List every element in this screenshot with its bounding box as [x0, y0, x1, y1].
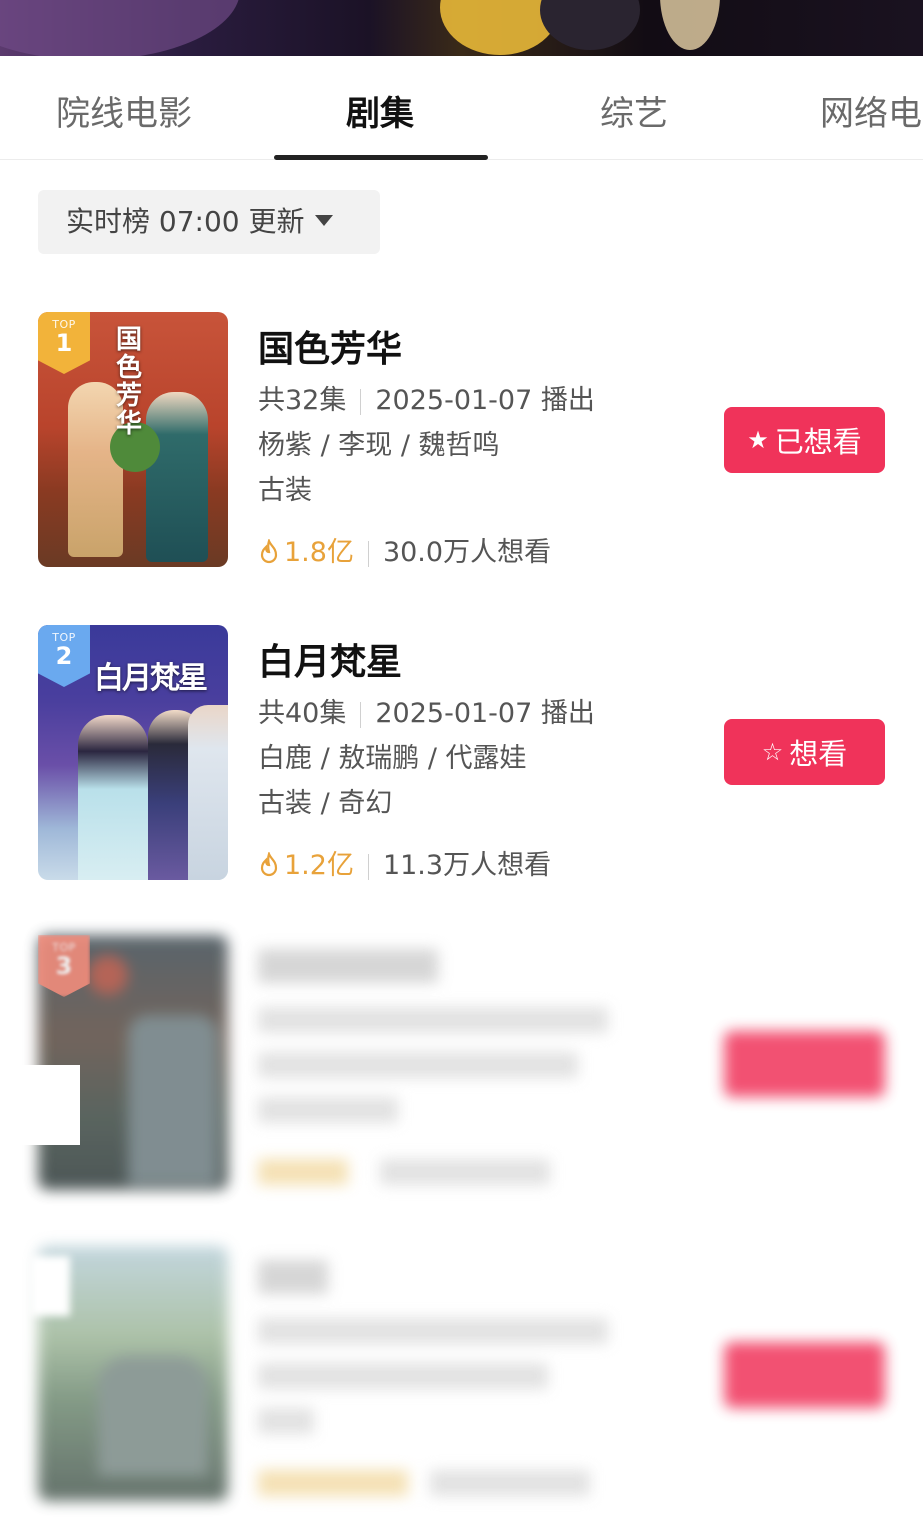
- rank-number: 1: [55, 329, 73, 357]
- list-item[interactable]: 国色芳华 TOP 1 国色芳华 共32集 2025-01-07 播出 杨紫 / 李…: [0, 312, 923, 624]
- obscured-title: [258, 949, 438, 983]
- poster-figure: [78, 715, 148, 880]
- cast-list: 杨紫 / 李现 / 魏哲鸣: [258, 430, 500, 461]
- episode-count: 共32集: [258, 385, 347, 416]
- poster-shape: [88, 955, 128, 995]
- wishlist-button-label: 想看: [789, 737, 848, 771]
- star-filled-icon: ★: [747, 426, 769, 454]
- wishlist-button[interactable]: [724, 1031, 885, 1097]
- rank-badge-top: TOP: [52, 318, 76, 331]
- filter-label: 实时榜 07:00 更新: [66, 205, 305, 238]
- poster-title-art: 白月梵星: [94, 661, 208, 696]
- poster-figure: [98, 1356, 208, 1476]
- genre: 古装: [258, 475, 312, 506]
- obscured-genre: [258, 1097, 398, 1123]
- active-tab-indicator: [274, 155, 488, 160]
- banner-shape: [660, 0, 720, 50]
- air-date: 2025-01-07 播出: [375, 698, 595, 729]
- heat-value: 1.2亿: [284, 850, 354, 881]
- wishlist-button[interactable]: ★ 已想看: [724, 407, 885, 473]
- list-item[interactable]: [0, 1246, 923, 1540]
- list-item[interactable]: 白月梵星 TOP 2 白月梵星 共40集 2025-01-07 播出 白鹿 / 敖…: [0, 625, 923, 937]
- rank-number: 3: [55, 952, 73, 980]
- poster-figure: [188, 705, 228, 880]
- category-tabs: 院线电影 剧集 综艺 网络电: [0, 56, 923, 160]
- heat-value: 1.8亿: [284, 537, 354, 568]
- genre: 古装 / 奇幻: [258, 788, 393, 819]
- top-banner-image[interactable]: [0, 0, 923, 56]
- poster-title-art: 国色芳华: [116, 325, 143, 439]
- divider: [367, 853, 369, 880]
- rank-number: 2: [55, 642, 73, 670]
- obscured-genre: [258, 1408, 314, 1434]
- obscured-meta: [258, 1007, 608, 1033]
- tab-variety[interactable]: 综艺: [600, 86, 668, 135]
- obscured-want: [380, 1159, 550, 1185]
- poster-figure: [68, 382, 123, 557]
- divider: [367, 540, 369, 567]
- show-title[interactable]: 国色芳华: [258, 320, 402, 372]
- obscured-heat: [258, 1470, 408, 1496]
- obscured-cast: [258, 1363, 548, 1389]
- poster-image[interactable]: 白月梵星 TOP 2: [38, 625, 228, 880]
- episode-airdate-line: 共32集 2025-01-07 播出: [258, 378, 595, 417]
- obscured-heat: [258, 1159, 348, 1185]
- divider: [360, 701, 362, 728]
- star-outline-icon: ☆: [761, 738, 784, 766]
- poster-figure: [128, 1015, 218, 1185]
- show-title[interactable]: 白月梵星: [258, 633, 402, 685]
- episode-airdate-line: 共40集 2025-01-07 播出: [258, 691, 595, 730]
- ranking-filter-dropdown[interactable]: 实时榜 07:00 更新: [38, 190, 380, 254]
- obscured-cast: [258, 1052, 578, 1078]
- flame-icon: [260, 851, 278, 876]
- tab-theatrical-movies[interactable]: 院线电影: [56, 86, 192, 135]
- banner-shape: [0, 0, 240, 56]
- poster-image[interactable]: 国色芳华 TOP 1: [38, 312, 228, 567]
- divider: [360, 388, 362, 415]
- cast-list: 白鹿 / 敖瑞鹏 / 代露娃: [258, 743, 527, 774]
- want-count: 30.0万人想看: [382, 537, 552, 568]
- stats-line: 1.8亿 30.0万人想看: [258, 530, 551, 569]
- wishlist-button[interactable]: ☆ 想看: [724, 719, 885, 785]
- banner-shape: [540, 0, 640, 50]
- rank-badge-top: TOP: [52, 631, 76, 644]
- stats-line: 1.2亿 11.3万人想看: [258, 843, 551, 882]
- caret-down-icon: [314, 214, 333, 226]
- wishlist-button-label: 已想看: [774, 425, 862, 459]
- tab-series[interactable]: 剧集: [346, 86, 414, 135]
- rank-badge-top: TOP: [52, 941, 76, 954]
- tab-web-movies[interactable]: 网络电: [820, 86, 922, 135]
- list-item[interactable]: TOP 3: [0, 935, 923, 1247]
- want-count: 11.3万人想看: [382, 850, 552, 881]
- obscured-meta: [258, 1318, 608, 1344]
- redaction-patch: [30, 1256, 70, 1316]
- air-date: 2025-01-07 播出: [375, 385, 595, 416]
- obscured-title: [258, 1260, 328, 1294]
- redaction-patch: [20, 1065, 80, 1145]
- wishlist-button[interactable]: [724, 1342, 885, 1408]
- obscured-want: [430, 1470, 590, 1496]
- flame-icon: [260, 538, 278, 563]
- episode-count: 共40集: [258, 698, 347, 729]
